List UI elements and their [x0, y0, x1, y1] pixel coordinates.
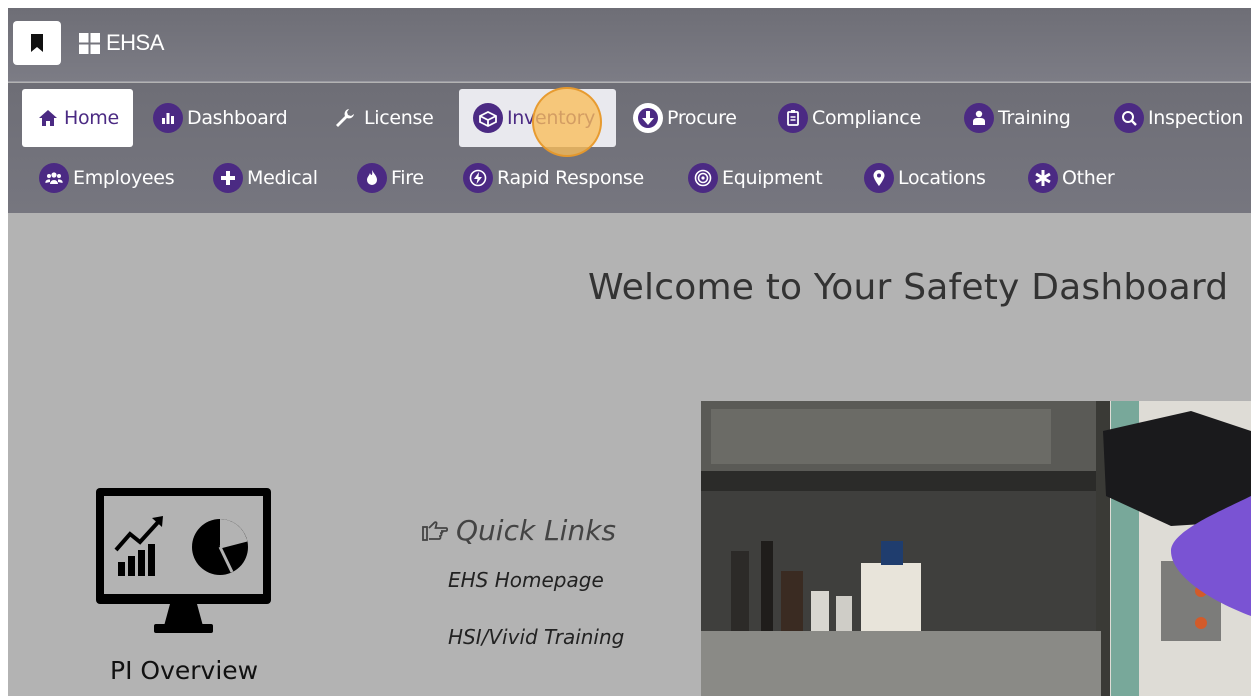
app-frame: EHSA Home Dashboard License Procure Comp… — [8, 8, 1251, 696]
nav-item-label: Fire — [391, 167, 424, 189]
page-title: Welcome to Your Safety Dashboard — [588, 267, 1229, 308]
search-icon — [1114, 103, 1144, 133]
bookmark-button[interactable] — [13, 21, 61, 65]
nav-item-label: Locations — [898, 167, 986, 189]
nav-item-label: License — [364, 107, 434, 129]
nav-item-license[interactable]: License — [330, 89, 434, 147]
cursor-click-highlight — [532, 87, 602, 157]
bar-chart-icon — [153, 103, 183, 133]
plus-icon — [213, 163, 243, 193]
nav-item-home[interactable]: Home — [22, 89, 133, 147]
nav-item-rapid-response[interactable]: Rapid Response — [463, 151, 644, 205]
asterisk-icon — [1028, 163, 1058, 193]
link-hsi-vivid-training[interactable]: HSI/Vivid Training — [448, 625, 624, 649]
bookmark-icon — [31, 34, 43, 52]
home-icon — [36, 103, 60, 133]
nav-item-medical[interactable]: Medical — [213, 151, 318, 205]
quick-links-title: Quick Links — [456, 514, 617, 547]
nav-item-inspection[interactable]: Inspection — [1114, 89, 1243, 147]
nav-item-training[interactable]: Training — [964, 89, 1071, 147]
nav-item-equipment[interactable]: Equipment — [688, 151, 823, 205]
lab-scanner-photo — [701, 401, 1251, 696]
nav-item-label: Dashboard — [187, 107, 288, 129]
app-brand[interactable]: EHSA — [79, 30, 164, 56]
target-icon — [688, 163, 718, 193]
nav-item-label: Medical — [247, 167, 318, 189]
arrow-down-icon — [633, 103, 663, 133]
nav-item-compliance[interactable]: Compliance — [778, 89, 921, 147]
box-icon — [473, 103, 503, 133]
map-pin-icon — [864, 163, 894, 193]
grid-icon — [79, 32, 100, 54]
nav-item-label: Inspection — [1148, 107, 1244, 129]
nav-item-employees[interactable]: Employees — [39, 151, 175, 205]
fire-icon — [357, 163, 387, 193]
nav-item-label: Employees — [73, 167, 175, 189]
nav-item-procure[interactable]: Procure — [633, 89, 737, 147]
nav-item-label: Training — [998, 107, 1071, 129]
main-nav: Home Dashboard License Inventory — [8, 83, 1251, 213]
nav-item-other[interactable]: Other — [1028, 151, 1115, 205]
nav-item-label: Home — [64, 107, 119, 129]
monitor-chart-icon[interactable] — [96, 488, 271, 638]
nav-item-dashboard[interactable]: Dashboard — [153, 89, 288, 147]
app-title: EHSA — [106, 30, 164, 55]
nav-item-label: Procure — [667, 107, 737, 129]
wrench-icon — [330, 103, 360, 133]
nav-item-label: Rapid Response — [497, 167, 644, 189]
nav-item-label: Equipment — [722, 167, 823, 189]
users-icon — [39, 163, 69, 193]
user-presenter-icon — [964, 103, 994, 133]
hand-pointer-icon — [422, 520, 449, 541]
top-bar: EHSA — [8, 8, 1251, 82]
clipboard-icon — [778, 103, 808, 133]
pi-overview-title[interactable]: PI Overview — [110, 656, 258, 685]
nav-item-label: Other — [1062, 167, 1115, 189]
nav-item-label: Compliance — [812, 107, 921, 129]
nav-item-fire[interactable]: Fire — [357, 151, 424, 205]
quick-links-heading: Quick Links — [422, 514, 616, 547]
link-ehs-homepage[interactable]: EHS Homepage — [448, 568, 604, 592]
nav-item-locations[interactable]: Locations — [864, 151, 986, 205]
bolt-icon — [463, 163, 493, 193]
